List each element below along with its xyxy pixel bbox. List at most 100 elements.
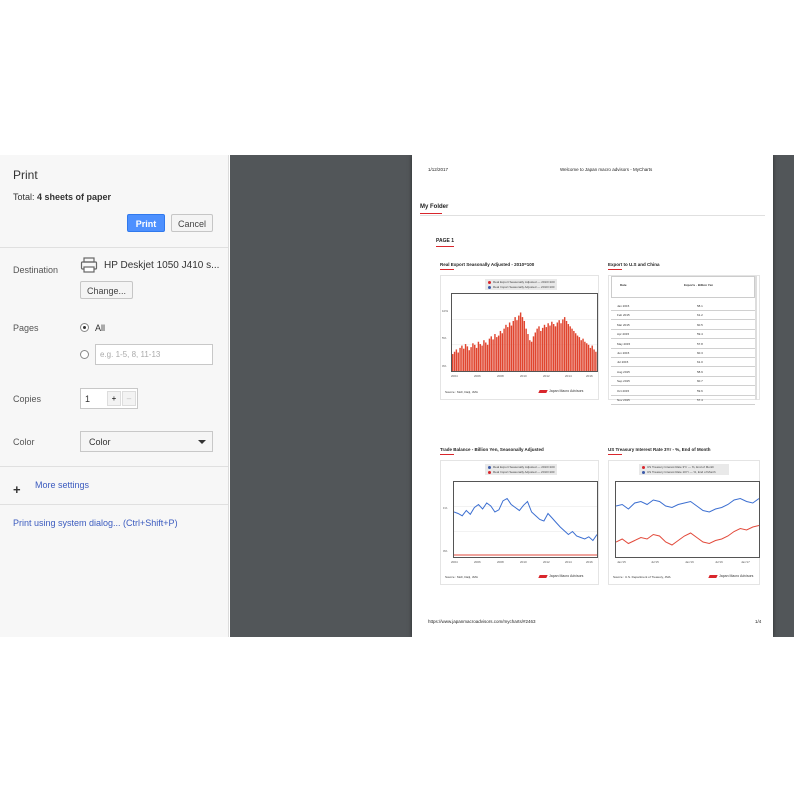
export-bar <box>501 333 503 371</box>
chart-title-underline <box>440 454 454 455</box>
pages-label: Pages <box>13 323 39 333</box>
table-cell-date: Jun 2015 <box>617 351 630 355</box>
cancel-button[interactable]: Cancel <box>171 214 213 232</box>
x-tick-label: Jul'16 <box>715 560 723 564</box>
table-cell-value: 58.1 <box>697 304 703 308</box>
x-tick-label: Jan'17 <box>741 560 750 564</box>
plot-area <box>451 293 598 372</box>
table-cell-value: 60.3 <box>697 351 703 355</box>
table-cell-date: Jul 2015 <box>617 360 629 365</box>
export-bar <box>507 327 509 371</box>
export-bar <box>463 348 465 371</box>
table-cell-value: 58.9 <box>697 369 703 374</box>
jma-logo: Japan Macro Advisors <box>538 389 583 393</box>
export-bar <box>552 324 555 371</box>
system-dialog-link[interactable]: Print using system dialog... (Ctrl+Shift… <box>13 518 178 528</box>
destination-label: Destination <box>13 265 59 275</box>
logo-text: Japan Macro Advisors <box>719 574 754 578</box>
table-cell-date: Mar 2015 <box>617 322 630 327</box>
export-bar <box>538 326 540 371</box>
print-preview-area[interactable]: 1/12/2017 Welcome to Japan macro advisor… <box>230 155 794 637</box>
pages-all-label: All <box>95 323 106 333</box>
page-underline <box>436 246 454 247</box>
table-row-divider <box>611 347 755 349</box>
plus-icon[interactable]: + <box>13 482 21 497</box>
pages-custom-radio[interactable] <box>80 350 89 359</box>
treasury-series-line <box>615 497 760 513</box>
export-bar <box>593 349 595 371</box>
export-bar <box>510 325 513 371</box>
export-bar <box>547 323 549 371</box>
export-bar <box>474 344 476 371</box>
x-tick-label: 2010 <box>520 560 527 564</box>
export-bar <box>481 345 483 371</box>
export-bar <box>576 335 579 371</box>
table-cell-value: 57.4 <box>697 398 703 402</box>
print-button[interactable]: Print <box>127 214 165 232</box>
table-row-divider <box>611 338 755 340</box>
export-bar <box>565 320 568 371</box>
chart-title: Export to U.S and China <box>608 262 660 267</box>
table-row-divider <box>611 366 755 368</box>
table-cell-value: 60.5 <box>697 322 703 327</box>
table-row-divider <box>611 328 755 330</box>
export-bar <box>519 312 522 371</box>
export-bar <box>582 338 584 371</box>
table-cell-date: May 2015 <box>617 341 631 346</box>
x-tick-label: 2008 <box>497 374 504 378</box>
export-bar <box>573 330 575 371</box>
table-header-cell: Exports - Billion Yen <box>684 283 714 287</box>
chart-legend: Real Export Seasonally Adjusted — 2010=1… <box>485 464 557 475</box>
export-bar <box>477 341 480 371</box>
copies-value: 1 <box>85 394 91 404</box>
table-cell-value: 61.2 <box>697 313 703 318</box>
more-settings-link[interactable]: More settings <box>35 480 89 490</box>
export-bar <box>571 328 573 371</box>
chart-title-underline <box>608 269 622 270</box>
export-bar <box>503 328 505 371</box>
folder-heading: My Folder <box>420 204 449 210</box>
pages-range-input[interactable]: e.g. 1-5, 8, 11-13 <box>95 344 213 365</box>
table-cell-value: 59.4 <box>697 332 703 337</box>
chart-legend: US Treasury Interest Rate 3Yr — %, End o… <box>639 464 729 475</box>
export-bar <box>525 328 527 371</box>
export-bar <box>455 349 458 371</box>
copies-increment-button[interactable]: + <box>107 391 121 406</box>
total-value: 4 sheets of paper <box>37 192 112 202</box>
y-tick-label: 5% <box>442 336 447 340</box>
change-destination-button[interactable]: Change... <box>80 281 133 299</box>
export-bar <box>523 320 526 371</box>
color-select[interactable]: Color <box>80 431 213 452</box>
table-cell-date: Aug 2015 <box>617 369 630 374</box>
x-tick-label: 2012 <box>543 374 550 378</box>
export-bar <box>468 350 470 371</box>
table-row-divider <box>611 375 755 377</box>
legend-entry: US Treasury Interest Rate 10Yr — %, End … <box>647 469 716 474</box>
x-tick-label: 2006 <box>474 560 481 564</box>
printer-icon <box>80 257 98 273</box>
y-tick-label: 0% <box>443 549 448 553</box>
chart-source: Source : U.S. Department of Treasury, JM… <box>613 575 671 579</box>
legend-swatch <box>642 470 645 474</box>
table-row-divider <box>611 319 755 321</box>
print-date: 1/12/2017 <box>428 167 449 172</box>
pages-all-radio[interactable] <box>80 323 89 332</box>
table-cell-value: 61.0 <box>697 360 703 365</box>
divider <box>0 466 228 467</box>
table-header-cell: Date <box>620 283 627 287</box>
export-bar <box>529 340 531 371</box>
copies-decrement-button[interactable]: – <box>122 391 136 406</box>
sheet-total: Total: 4 sheets of paper <box>13 192 111 202</box>
x-tick-label: 2016 <box>586 374 593 378</box>
table-row-divider <box>611 385 755 387</box>
x-tick-label: 2014 <box>565 374 572 378</box>
chart-title: Real Export Seasonally Adjusted - 2010=1… <box>440 262 535 267</box>
export-bar <box>569 326 571 371</box>
copies-input[interactable]: 1 + – <box>80 388 138 409</box>
print-header: Print Total: 4 sheets of paper Print Can… <box>0 155 228 248</box>
export-bar <box>512 320 515 371</box>
export-bar <box>464 344 467 371</box>
table-scrollbar[interactable] <box>755 276 757 400</box>
legend-entry: US Treasury Interest Rate 3Yr — %, End o… <box>647 464 715 469</box>
export-bar <box>556 322 559 371</box>
